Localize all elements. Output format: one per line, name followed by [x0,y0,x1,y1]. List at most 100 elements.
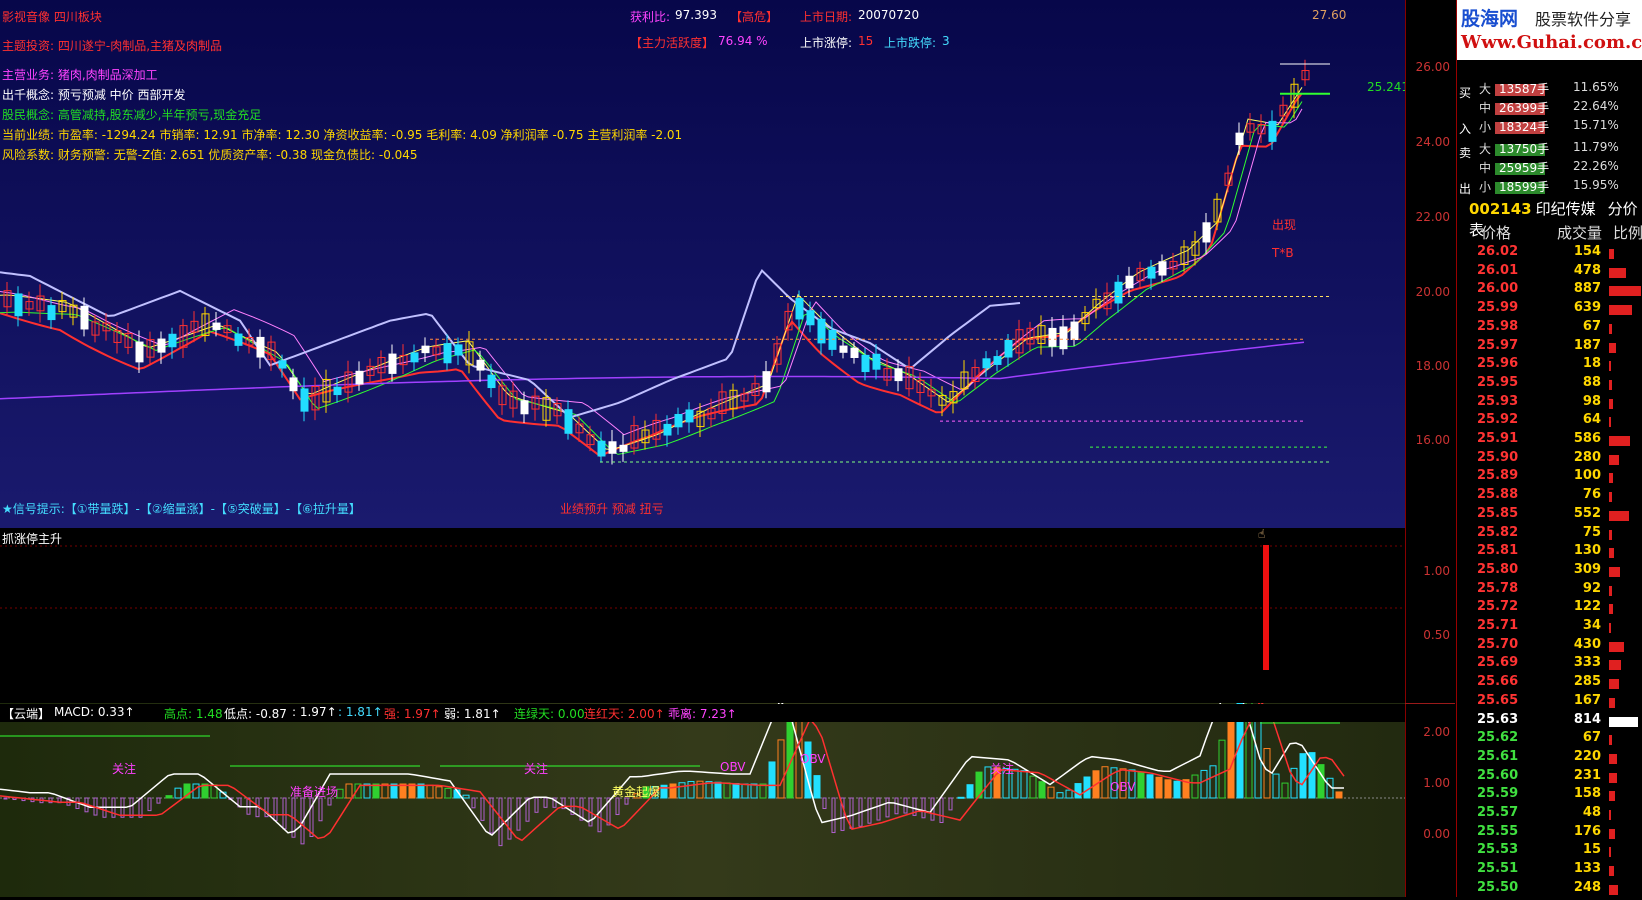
candle-body [982,358,991,369]
price-row[interactable]: 25.88 76 [1457,487,1642,506]
macd-bar [768,761,776,799]
price-row[interactable]: 25.53 15 [1457,842,1642,861]
price-row[interactable]: 25.80 309 [1457,562,1642,581]
price-row[interactable]: 25.72 122 [1457,599,1642,618]
listing-date-value: 20070720 [858,8,920,22]
price-row[interactable]: 25.70 430 [1457,637,1642,656]
macd-bar [1191,774,1199,799]
price-row[interactable]: 25.78 92 [1457,581,1642,600]
row-volume: 248 [1573,879,1601,895]
price-row[interactable]: 25.59 158 [1457,786,1642,805]
price-row[interactable]: 26.02 154 [1457,244,1642,263]
price-row[interactable]: 25.50 248 [1457,880,1642,899]
signal-label: 关注 [112,761,136,776]
row-ratio-bar [1609,828,1615,839]
price-row[interactable]: 25.61 220 [1457,749,1642,768]
kline-plot[interactable] [0,0,1405,528]
macd-pane[interactable]: 关注 关注 关注 黄金起爆 准备进场 OBV OBV OBV [0,679,1405,897]
price-row[interactable]: 25.91 586 [1457,431,1642,450]
macd-axis: 2.00 1.00 0.00 [1405,704,1456,897]
col-ratio[interactable]: 比例 [1613,222,1642,243]
price-row[interactable]: 26.01 478 [1457,263,1642,282]
macd-value: MACD: 0.33↑ [54,705,135,719]
stock-code: 002143 [1469,200,1532,218]
macd-bar [426,784,434,799]
price-tick: 22.00 [1415,210,1450,224]
price-row[interactable]: 25.55 176 [1457,824,1642,843]
col-price[interactable]: 价格 [1481,222,1511,243]
price-row[interactable]: 25.63 814 [1457,712,1642,731]
sell-flow-row: 大 13750手 11.79% [1457,140,1642,160]
row-price: 25.93 [1477,393,1519,409]
row-ratio-bar [1609,417,1611,428]
candle-body [1158,261,1167,276]
macd-bar [444,787,452,799]
price-row[interactable]: 25.93 98 [1457,394,1642,413]
logo-url: Www.Guhai.com.cn [1461,32,1642,53]
macd-bar [174,787,182,799]
macd-bar [462,794,470,799]
macd-bar [318,797,323,822]
macd-bar [1173,780,1181,799]
candle-body [674,413,683,428]
macd-bar [867,797,872,824]
concept-label: 出千概念: 预亏预减 中价 西部开发 [2,88,186,102]
row-ratio-bar [1609,249,1614,259]
price-row[interactable]: 25.51 133 [1457,861,1642,880]
limit-down-value: 3 [942,34,950,48]
macd-bar [1281,782,1289,799]
row-price: 25.61 [1477,748,1519,764]
macd-bar [1020,770,1028,799]
macd-plot[interactable]: 关注 关注 关注黄金起爆 准备进场 OBV OBV OBV [0,679,1405,897]
row-ratio-bar [1609,510,1629,521]
price-row[interactable]: 25.96 18 [1457,356,1642,375]
price-row[interactable]: 25.71 34 [1457,618,1642,637]
macd-bar [543,797,548,808]
price-row[interactable]: 25.98 67 [1457,319,1642,338]
row-volume: 48 [1582,805,1601,820]
macd-bar [156,797,161,804]
price-tick: 24.00 [1415,135,1450,149]
col-volume[interactable]: 成交量 [1557,222,1602,243]
price-row[interactable]: 25.92 64 [1457,412,1642,431]
limit-up-plot[interactable]: ☝ [0,527,1405,703]
flow-volume: 18324手 [1499,120,1550,134]
row-ratio-bar [1609,566,1620,577]
price-row[interactable]: 25.95 88 [1457,375,1642,394]
price-row[interactable]: 25.90 280 [1457,450,1642,469]
candle-body [135,341,144,363]
row-price: 25.81 [1477,543,1519,559]
price-row[interactable]: 26.00 887 [1457,281,1642,300]
row-ratio-bar [1609,585,1612,596]
main-kline-chart[interactable]: 影视音像 四川板块 主题投资: 四川遂宁-肉制品,主猪及肉制品 主营业务: 猪肉… [0,0,1409,528]
candle-body [487,374,496,389]
price-row[interactable]: 25.69 333 [1457,655,1642,674]
row-price: 25.50 [1477,879,1519,895]
flow-volume: 18599手 [1499,180,1550,194]
price-row[interactable]: 25.89 100 [1457,468,1642,487]
macd-bar [966,784,974,799]
price-row[interactable]: 25.82 75 [1457,525,1642,544]
row-ratio-bar [1609,791,1615,802]
price-row[interactable]: 25.60 231 [1457,768,1642,787]
price-row[interactable]: 25.57 48 [1457,805,1642,824]
price-row[interactable]: 25.81 130 [1457,543,1642,562]
candle-body [212,322,221,330]
macd-bar [1218,739,1226,799]
signal-label: OBV [720,760,746,774]
price-row[interactable]: 25.62 67 [1457,730,1642,749]
price-row[interactable]: 25.97 187 [1457,338,1642,357]
price-row[interactable]: 25.65 167 [1457,693,1642,712]
sub-axis: 1.00 0.50 [1405,528,1456,703]
price-row[interactable]: 25.66 285 [1457,674,1642,693]
site-logo: 股海网 股票软件分享 Www.Guhai.com.cn [1457,0,1642,60]
macd-bar [669,783,677,799]
row-volume: 98 [1582,393,1601,409]
row-volume: 285 [1573,674,1601,690]
macd-bar [147,797,152,812]
limit-up-indicator-pane[interactable]: ☝ 抓涨停主升 [0,527,1405,703]
flow-volume: 26399手 [1499,101,1550,115]
price-row[interactable]: 25.99 639 [1457,300,1642,319]
row-ratio-bar [1609,641,1624,652]
price-row[interactable]: 25.85 552 [1457,506,1642,525]
